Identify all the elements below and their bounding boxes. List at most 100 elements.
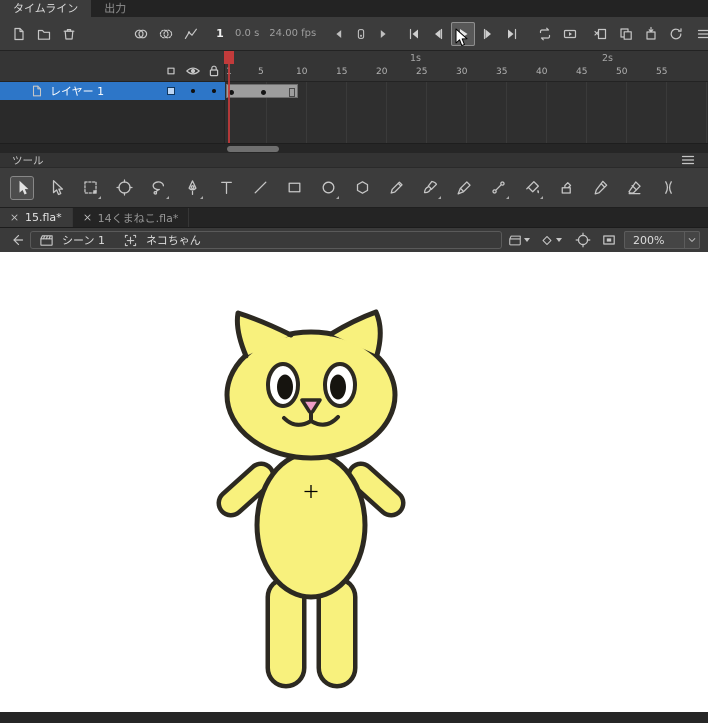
document-tab-1[interactable]: 15.fla* <box>0 208 73 227</box>
span-end-marker <box>289 88 295 97</box>
paint-bucket-tool[interactable] <box>520 176 544 200</box>
edit-multiple-frames-button[interactable] <box>180 23 202 45</box>
free-transform-tool[interactable] <box>78 176 102 200</box>
gradient-transform-tool[interactable] <box>112 176 136 200</box>
paste-frames-button[interactable] <box>640 23 662 45</box>
onion-skin-button[interactable] <box>130 23 152 45</box>
subselection-tool[interactable] <box>44 176 68 200</box>
back-button[interactable] <box>6 231 28 249</box>
loop-playback-button[interactable] <box>534 23 556 45</box>
layer-row[interactable]: レイヤー 1 <box>0 82 225 100</box>
width-tool[interactable] <box>656 176 680 200</box>
lasso-tool[interactable] <box>146 176 170 200</box>
playhead-marker[interactable] <box>224 51 234 64</box>
new-layer-button[interactable] <box>8 23 30 45</box>
chevron-down-icon <box>524 238 530 242</box>
playhead-line <box>228 64 230 143</box>
playback-transport <box>403 21 523 46</box>
toolbar <box>0 168 708 208</box>
document-tab-2[interactable]: 14くまねこ.fla* <box>73 208 190 227</box>
reset-timeline-button[interactable] <box>665 23 687 45</box>
pen-tool[interactable] <box>180 176 204 200</box>
clip-content-button[interactable] <box>598 231 620 249</box>
close-tab-icon[interactable] <box>83 213 92 222</box>
pencil-tool[interactable] <box>384 176 408 200</box>
zoom-select[interactable]: 200% <box>624 231 700 249</box>
frame-number-label: 10 <box>296 67 308 77</box>
document-tabs: 15.fla* 14くまねこ.fla* <box>0 208 708 228</box>
frame-ruler[interactable]: 15101520253035404550551s2s <box>225 51 708 82</box>
delete-layer-button[interactable] <box>58 23 80 45</box>
lock-icon[interactable] <box>206 63 222 79</box>
tools-panel-menu-button[interactable] <box>680 152 696 168</box>
new-folder-button[interactable] <box>33 23 55 45</box>
step-back-button[interactable] <box>329 23 348 45</box>
center-frame-button[interactable] <box>351 23 370 45</box>
layer-list-empty-area[interactable] <box>0 100 225 143</box>
bone-tool[interactable] <box>486 176 510 200</box>
cut-frames-button[interactable] <box>590 23 612 45</box>
keyframe-dot[interactable] <box>261 90 266 95</box>
text-tool[interactable] <box>214 176 238 200</box>
layer-visible-dot[interactable] <box>191 89 195 93</box>
close-tab-icon[interactable] <box>10 213 19 222</box>
breadcrumb-symbol[interactable]: ネコちゃん <box>146 232 201 248</box>
elapsed-time: 0.0 s <box>235 28 260 39</box>
layer-outline-swatch[interactable] <box>167 87 175 95</box>
oval-tool[interactable] <box>316 176 340 200</box>
timeline-scrollbar-thumb[interactable] <box>227 146 279 152</box>
timeline-panel-tabs: タイムライン 出力 <box>0 0 708 17</box>
stage[interactable] <box>0 252 708 712</box>
play-range-button[interactable] <box>559 23 581 45</box>
layer-name[interactable]: レイヤー 1 <box>50 83 104 99</box>
tab-timeline[interactable]: タイムライン <box>0 0 92 17</box>
onion-skin-outlines-button[interactable] <box>155 23 177 45</box>
tools-panel-title: ツール <box>12 154 44 167</box>
eyedropper-tool[interactable] <box>588 176 612 200</box>
timeline-scrollbar[interactable] <box>0 143 708 153</box>
frame-number-label: 50 <box>616 67 628 77</box>
paint-brush-tool[interactable] <box>452 176 476 200</box>
selection-tool[interactable] <box>10 175 34 200</box>
edit-symbols-button[interactable] <box>540 231 562 249</box>
frame-span[interactable] <box>226 84 298 98</box>
mouse-cursor <box>455 28 468 46</box>
line-tool[interactable] <box>248 176 272 200</box>
center-stage-button[interactable] <box>572 231 594 249</box>
timeline-toolbar: 1 0.0 s 24.00 fps <box>0 17 708 51</box>
frame-number-label: 35 <box>496 67 508 77</box>
frame-number-label: 25 <box>416 67 428 77</box>
tools-panel-header: ツール <box>0 153 708 168</box>
next-frame-button[interactable] <box>477 23 499 45</box>
eye-icon[interactable] <box>185 63 201 79</box>
frame-rate[interactable]: 24.00 fps <box>269 28 316 39</box>
polystar-tool[interactable] <box>350 176 374 200</box>
layer-type-icon <box>30 84 44 98</box>
edit-scene-button[interactable] <box>508 231 530 249</box>
cat-body <box>254 450 368 600</box>
step-forward-button[interactable] <box>373 23 392 45</box>
frame-number-label: 45 <box>576 67 588 77</box>
frame-number-label: 40 <box>536 67 548 77</box>
breadcrumb-scene[interactable]: シーン 1 <box>62 232 105 248</box>
scene-icon <box>39 233 54 248</box>
copy-frames-button[interactable] <box>615 23 637 45</box>
breadcrumb: シーン 1 ネコちゃん <box>30 231 502 249</box>
play-button[interactable] <box>451 21 476 46</box>
layer-column-header <box>0 51 225 82</box>
layer-lock-dot[interactable] <box>212 89 216 93</box>
cat-artwork <box>216 309 406 689</box>
eraser-tool[interactable] <box>622 176 646 200</box>
chevron-down-icon <box>556 238 562 242</box>
classic-brush-tool[interactable] <box>418 176 442 200</box>
document-tab-label: 14くまねこ.fla* <box>97 211 179 225</box>
tab-output[interactable]: 出力 <box>91 0 139 17</box>
rectangle-tool[interactable] <box>282 176 306 200</box>
ink-bottle-tool[interactable] <box>554 176 578 200</box>
timeline-panel-menu-button[interactable] <box>693 23 708 45</box>
go-to-last-frame-button[interactable] <box>501 23 523 45</box>
previous-frame-button[interactable] <box>427 23 449 45</box>
cat-pupil-right <box>330 374 346 400</box>
go-to-first-frame-button[interactable] <box>403 23 425 45</box>
outline-column-icon[interactable] <box>163 63 179 79</box>
